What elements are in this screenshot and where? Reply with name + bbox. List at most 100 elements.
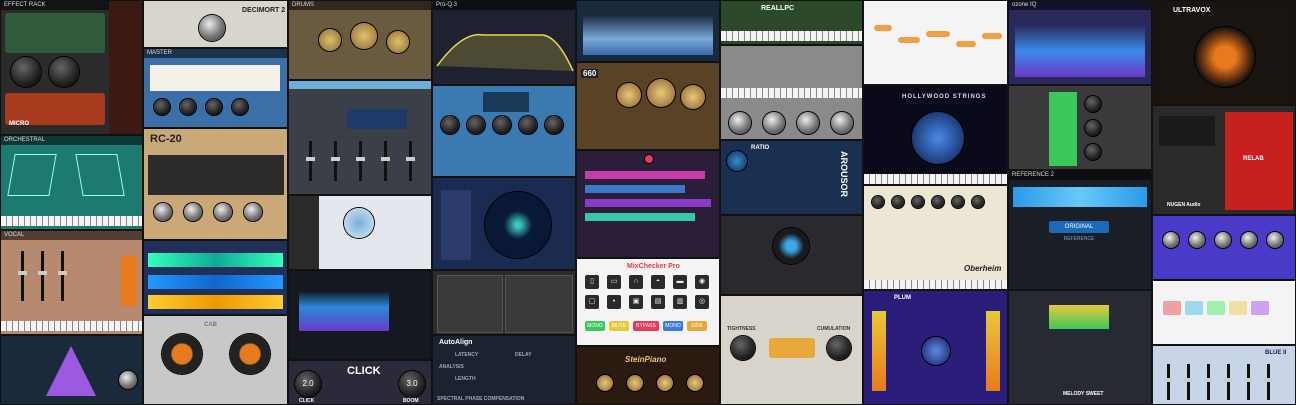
note-blob-1[interactable]	[874, 25, 892, 31]
right-speaker-knob[interactable]	[230, 334, 270, 374]
console-fader-1[interactable]	[306, 141, 315, 181]
record-button[interactable]	[645, 155, 653, 163]
synth-panel-right[interactable]	[505, 275, 573, 333]
oberheim-keyboard[interactable]	[864, 280, 1007, 289]
tightness-knob[interactable]	[731, 336, 755, 360]
piano-knob-2[interactable]	[627, 375, 643, 391]
note-blob-5[interactable]	[982, 33, 1002, 39]
pad-2[interactable]	[1185, 301, 1203, 315]
laptop-icon[interactable]: ▬	[673, 275, 687, 289]
mode-button-4[interactable]: MONO	[663, 321, 683, 331]
limiter-main-knob[interactable]	[773, 228, 809, 264]
knob-b[interactable]	[180, 99, 196, 115]
keyboard[interactable]	[1, 216, 142, 226]
purple-knob-1[interactable]	[1163, 232, 1179, 248]
cumulation-knob[interactable]	[827, 336, 851, 360]
fader-3[interactable]	[58, 251, 67, 301]
eq-knob-3[interactable]	[493, 116, 511, 134]
decimort-knob[interactable]	[199, 15, 225, 41]
knob-c[interactable]	[206, 99, 222, 115]
fader-2[interactable]	[38, 251, 47, 301]
kit-cymbal-3[interactable]	[681, 85, 705, 109]
rc20-knob-3[interactable]	[214, 203, 232, 221]
blue-fader-4[interactable]	[1224, 364, 1233, 400]
purple-knob-3[interactable]	[1215, 232, 1231, 248]
purple-knob-5[interactable]	[1267, 232, 1283, 248]
mode-button-2[interactable]: MUTE	[609, 321, 629, 331]
eq-curve[interactable]	[433, 11, 576, 81]
blue-fader-5[interactable]	[1244, 364, 1253, 400]
console-fader-3[interactable]	[356, 141, 365, 181]
eq-knob-1[interactable]	[441, 116, 459, 134]
smart-speaker-icon[interactable]: ◎	[695, 295, 709, 309]
rc20-knob-4[interactable]	[244, 203, 262, 221]
console-fader-4[interactable]	[381, 141, 390, 181]
click-knob[interactable]: 2.0	[295, 371, 321, 397]
plum-center-knob[interactable]	[922, 337, 950, 365]
strip-knob-1[interactable]	[1085, 96, 1101, 112]
ob-knob-1[interactable]	[872, 196, 884, 208]
blue-fader-2[interactable]	[1184, 364, 1193, 400]
fader-1[interactable]	[18, 251, 27, 301]
gain-knob[interactable]	[11, 57, 41, 87]
ob-knob-2[interactable]	[892, 196, 904, 208]
headphones-icon[interactable]: ∩	[629, 275, 643, 289]
earbuds-icon[interactable]: •	[607, 295, 621, 309]
tone-knob[interactable]	[49, 57, 79, 87]
knob-d[interactable]	[232, 99, 248, 115]
eq-knob-4[interactable]	[519, 116, 537, 134]
original-button[interactable]: ORIGINAL	[1049, 221, 1109, 233]
output-knob[interactable]	[119, 371, 137, 389]
pad-4[interactable]	[1229, 301, 1247, 315]
purple-knob-4[interactable]	[1241, 232, 1257, 248]
strip-knob-2[interactable]	[1085, 120, 1101, 136]
ob-knob-6[interactable]	[972, 196, 984, 208]
blue-fader-6[interactable]	[1264, 364, 1273, 400]
rc20-knob-1[interactable]	[154, 203, 172, 221]
purple-knob-2[interactable]	[1189, 232, 1205, 248]
sample-browser[interactable]	[289, 196, 319, 269]
synth-knob-4[interactable]	[831, 112, 853, 134]
synth-knob-2[interactable]	[763, 112, 785, 134]
left-speaker-knob[interactable]	[162, 334, 202, 374]
car-icon[interactable]: ◓	[651, 275, 665, 289]
synth-keyboard[interactable]	[721, 88, 862, 98]
scope-controls[interactable]	[441, 190, 471, 260]
speaker-icon[interactable]: ◉	[695, 275, 709, 289]
note-blob-3[interactable]	[926, 31, 950, 37]
tablet-icon[interactable]: ▭	[607, 275, 621, 289]
pad-1[interactable]	[1163, 301, 1181, 315]
note-blob-4[interactable]	[956, 41, 976, 47]
track-3[interactable]	[585, 199, 711, 207]
reallpc-keyboard[interactable]	[721, 31, 862, 41]
eq-knob-5[interactable]	[545, 116, 563, 134]
piano-knob-1[interactable]	[597, 375, 613, 391]
track-1[interactable]	[585, 171, 705, 179]
ob-knob-3[interactable]	[912, 196, 924, 208]
piano-knob-4[interactable]	[687, 375, 703, 391]
ultravox-radar[interactable]	[1195, 27, 1255, 87]
note-blob-2[interactable]	[898, 37, 920, 43]
piano-knob-3[interactable]	[657, 375, 673, 391]
reference-button[interactable]: REFERENCE	[1049, 235, 1109, 243]
track-4[interactable]	[585, 213, 695, 221]
sample-cluster[interactable]	[344, 208, 374, 238]
strings-keyboard[interactable]	[864, 174, 1007, 184]
console-fader-5[interactable]	[406, 141, 415, 181]
cymbal-3[interactable]	[387, 31, 409, 53]
mode-button-1[interactable]: MONO	[585, 321, 605, 331]
monitor-icon[interactable]: ▤	[651, 295, 665, 309]
tv-icon[interactable]: ▢	[585, 295, 599, 309]
synth-knob-3[interactable]	[797, 112, 819, 134]
pad-5[interactable]	[1251, 301, 1269, 315]
rc20-knob-2[interactable]	[184, 203, 202, 221]
radio-icon[interactable]: ▣	[629, 295, 643, 309]
strip-knob-3[interactable]	[1085, 144, 1101, 160]
blue-fader-3[interactable]	[1204, 364, 1213, 400]
synth-knob-1[interactable]	[729, 112, 751, 134]
track-2[interactable]	[585, 185, 685, 193]
mode-button-3[interactable]: BYPASS	[633, 321, 659, 331]
color-triangle[interactable]	[46, 346, 96, 396]
pad-3[interactable]	[1207, 301, 1225, 315]
kit-cymbal-2[interactable]	[647, 79, 675, 107]
